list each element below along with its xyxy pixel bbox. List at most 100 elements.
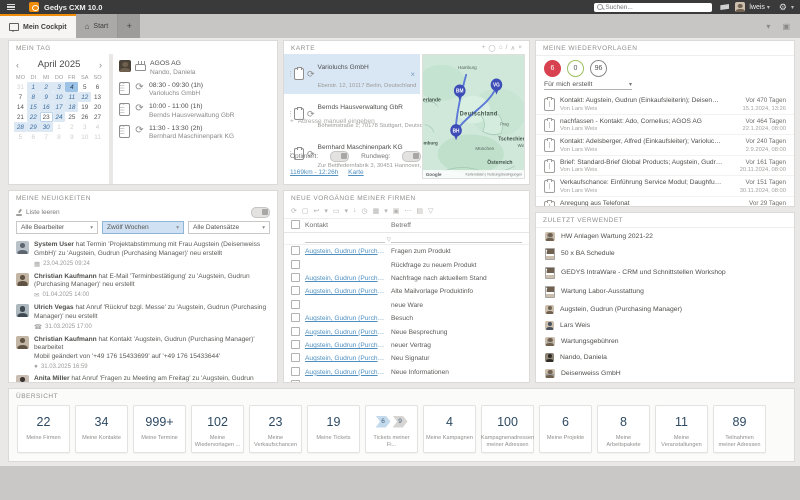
recent-item[interactable]: GEDYS IntraWare - CRM und Schnittstellen… bbox=[536, 263, 794, 282]
appointment-row[interactable]: ⟳ 11:30 - 13:30 (2h) Bernhard Maschinenp… bbox=[119, 124, 269, 140]
calendar-day[interactable]: 30 bbox=[39, 122, 53, 132]
clear-list-button[interactable]: Liste leeren bbox=[16, 209, 60, 216]
kontakt-link[interactable]: Augstein, Gudrun (Purchasin... bbox=[305, 382, 391, 383]
calendar-day[interactable]: 1 bbox=[53, 122, 66, 132]
wiedervorlage-item[interactable]: Verkaufschance: Einführung Service Modul… bbox=[536, 175, 794, 196]
stat-tile[interactable]: 8 Meine Arbeitspakete bbox=[597, 405, 650, 453]
window-icon[interactable]: ▣ bbox=[782, 22, 790, 31]
recent-item[interactable]: 50 x BA Schedule bbox=[536, 244, 794, 263]
calendar-day[interactable]: 2 bbox=[39, 82, 53, 92]
row-checkbox[interactable] bbox=[291, 380, 300, 382]
add-tab-button[interactable]: + bbox=[118, 14, 140, 38]
calendar-day[interactable]: 10 bbox=[52, 92, 66, 102]
table-row[interactable]: Augstein, Gudrun (Purchasin... Nachfrage… bbox=[284, 272, 529, 285]
drag-handle-icon[interactable]: ⋮ bbox=[287, 70, 294, 78]
recent-item[interactable]: Wartung Labor-Ausstattung bbox=[536, 282, 794, 301]
table-row[interactable]: neue Ware bbox=[284, 299, 529, 312]
calendar-day[interactable]: 28 bbox=[14, 122, 27, 132]
remove-stop-icon[interactable]: × bbox=[408, 70, 417, 79]
calendar-day[interactable]: 7 bbox=[14, 92, 27, 102]
calendar-day[interactable]: 5 bbox=[14, 132, 27, 142]
calendar-day[interactable]: 19 bbox=[78, 102, 91, 112]
kontakt-link[interactable]: Augstein, Gudrun (Purchasin... bbox=[305, 369, 391, 376]
panel-tool-icon[interactable]: / bbox=[506, 44, 508, 52]
row-checkbox[interactable] bbox=[291, 272, 300, 282]
calendar-day[interactable]: 4 bbox=[91, 122, 104, 132]
appointment-row[interactable]: AGOS AG Nando, Daniela bbox=[119, 60, 269, 76]
tab-mein-cockpit[interactable]: Mein Cockpit bbox=[0, 14, 76, 38]
stat-tile[interactable]: 6 9 Tickets meiner Fi... bbox=[365, 405, 418, 453]
calendar-day[interactable]: 7 bbox=[40, 132, 53, 142]
table-row[interactable]: Augstein, Gudrun (Purchasin... Alte Mail… bbox=[284, 285, 529, 298]
calendar-day[interactable]: 22 bbox=[26, 112, 40, 122]
wiedervorlage-item[interactable]: Kontakt: Adelsberger, Alfred (Einkaufsle… bbox=[536, 134, 794, 155]
add-address-row[interactable]: + Adresse manuell eingeben bbox=[284, 114, 420, 129]
calendar-day[interactable]: 6 bbox=[27, 132, 40, 142]
toolbar-icon[interactable]: ▤ bbox=[416, 207, 423, 215]
calendar-day[interactable]: 27 bbox=[91, 112, 104, 122]
calendar-day[interactable]: 17 bbox=[52, 102, 66, 112]
stat-tile[interactable]: 6 Meine Projekte bbox=[539, 405, 592, 453]
row-checkbox[interactable] bbox=[291, 353, 300, 363]
row-checkbox[interactable] bbox=[291, 286, 300, 296]
panel-tool-icon[interactable]: ∧ bbox=[510, 44, 515, 52]
stat-tile[interactable]: 22 Meine Firmen bbox=[17, 405, 70, 453]
user-caret-icon[interactable]: ▾ bbox=[767, 4, 770, 11]
kontakt-link[interactable]: Augstein, Gudrun (Purchasin... bbox=[305, 248, 391, 255]
toolbar-icon[interactable]: ▽ bbox=[428, 207, 433, 215]
flag-icon[interactable] bbox=[720, 4, 730, 10]
calendar-day[interactable]: 8 bbox=[26, 92, 40, 102]
user-menu[interactable]: lweis bbox=[749, 4, 765, 11]
hamburger-menu-icon[interactable] bbox=[0, 3, 22, 11]
calendar-day[interactable]: 5 bbox=[78, 82, 91, 92]
stat-tile[interactable]: 11 Meine Veranstaltungen bbox=[655, 405, 708, 453]
toolbar-icon[interactable]: ▾ bbox=[345, 207, 349, 215]
filter-zeitraum-select[interactable]: Zwölf Wochen ▾ bbox=[102, 221, 184, 234]
news-toggle[interactable] bbox=[251, 207, 270, 218]
search-input[interactable] bbox=[605, 3, 710, 11]
calendar-next-icon[interactable]: › bbox=[97, 60, 104, 70]
calendar-day[interactable]: 11 bbox=[65, 92, 79, 102]
recent-item[interactable]: ▤ Wartungsgebühren bbox=[536, 333, 794, 349]
calendar-day[interactable]: 12 bbox=[78, 92, 92, 102]
count-badge[interactable]: 6 bbox=[544, 60, 561, 77]
toolbar-icon[interactable]: ⋯ bbox=[404, 207, 411, 215]
toolbar-icon[interactable]: ▦ bbox=[373, 207, 380, 215]
calendar-day[interactable]: 25 bbox=[65, 112, 78, 122]
table-row[interactable]: Augstein, Gudrun (Purchasin... Besuch bbox=[284, 312, 529, 325]
appointment-row[interactable]: ⟳ 08:30 - 09:30 (1h) Varioluchs GmbH bbox=[119, 81, 269, 97]
filter-bearbeiter-select[interactable]: Alle Bearbeiter ▾ bbox=[16, 221, 98, 234]
map-link[interactable]: Karte bbox=[348, 169, 364, 176]
gear-caret-icon[interactable]: ▾ bbox=[791, 4, 794, 11]
calendar-day[interactable]: 23 bbox=[40, 112, 53, 122]
calendar-day[interactable]: 9 bbox=[65, 132, 78, 142]
row-checkbox[interactable] bbox=[291, 326, 300, 336]
calendar-day[interactable]: 8 bbox=[53, 132, 66, 142]
filter-datensaetze-select[interactable]: Alle Datensätze ▾ bbox=[188, 221, 270, 234]
table-row[interactable]: Augstein, Gudrun (Purchasin... Neu Signa… bbox=[284, 352, 529, 365]
news-item[interactable]: Ulrich Vegas hat Anruf 'Rückruf bzgl. Me… bbox=[9, 301, 277, 333]
calendar-day[interactable]: 4 bbox=[65, 82, 79, 92]
table-row[interactable]: Augstein, Gudrun (Purchasin... Test-Mail… bbox=[284, 379, 529, 383]
kontakt-link[interactable]: Augstein, Gudrun (Purchasin... bbox=[305, 288, 391, 295]
calendar-day[interactable]: 13 bbox=[91, 92, 104, 102]
roundtrip-toggle[interactable] bbox=[402, 151, 422, 162]
stat-tile[interactable]: 23 Meine Verkaufschancen bbox=[249, 405, 302, 453]
stat-tile[interactable]: 34 Meine Kontakte bbox=[75, 405, 128, 453]
kontakt-filter-input[interactable] bbox=[305, 235, 385, 243]
row-checkbox[interactable] bbox=[291, 339, 300, 349]
toolbar-icon[interactable]: ▢ bbox=[302, 207, 309, 215]
calendar-day[interactable]: 10 bbox=[78, 132, 91, 142]
kontakt-link[interactable]: Augstein, Gudrun (Purchasin... bbox=[305, 342, 391, 349]
calendar-day[interactable]: 11 bbox=[91, 132, 104, 142]
column-kontakt[interactable]: Kontakt bbox=[305, 222, 391, 229]
calendar-day[interactable]: 31 bbox=[14, 82, 27, 92]
calendar-day[interactable]: 3 bbox=[78, 122, 91, 132]
route-distance-link[interactable]: 1169km - 12:26h bbox=[290, 169, 338, 176]
select-all-checkbox[interactable] bbox=[291, 220, 300, 229]
collapse-icon[interactable]: ▾ bbox=[766, 22, 770, 31]
row-checkbox[interactable] bbox=[291, 313, 300, 323]
news-item[interactable]: System User hat Termin 'Projektabstimmun… bbox=[9, 238, 277, 270]
calendar-day[interactable]: 15 bbox=[26, 102, 40, 112]
toolbar-icon[interactable]: ▭ bbox=[333, 207, 340, 215]
